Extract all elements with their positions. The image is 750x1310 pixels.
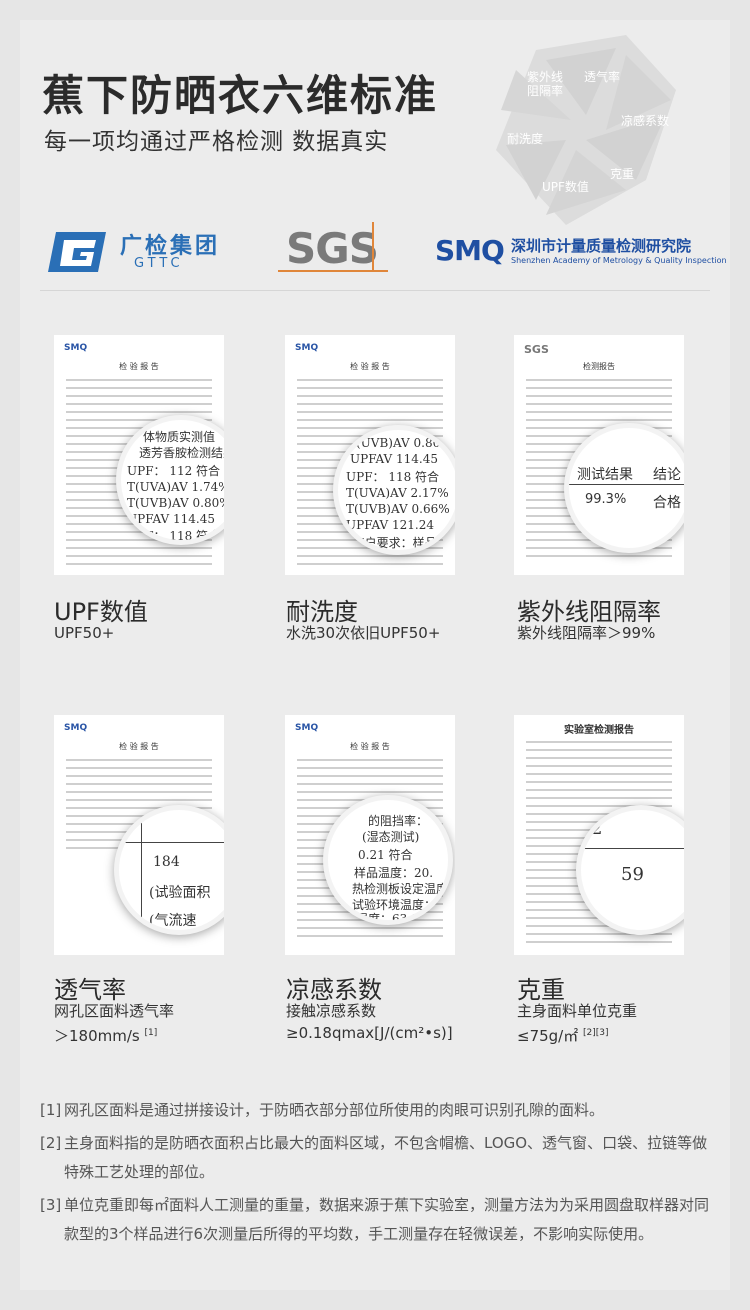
gttc-name-en: GTTC bbox=[134, 256, 184, 271]
footnote: [1] 网孔区面料是通过拼接设计，于防晒衣部分部位所使用的肉眼可识别孔隙的面料。 bbox=[40, 1101, 605, 1119]
sgs-bar bbox=[372, 222, 374, 272]
report-card-uv: SGS 检测报告 测试结果 结论 99.3% 合格 bbox=[514, 335, 684, 575]
report-title: 检 验 报 告 bbox=[350, 362, 390, 371]
gttc-logo: 广检集团 GTTC bbox=[48, 226, 238, 280]
diagram-label-cooling: 凉感系数 bbox=[621, 114, 670, 128]
item-desc-uv: 紫外线阻隔率＞99% bbox=[517, 624, 656, 642]
report-card-upf: SMQ 检 验 报 告 体物质实测值 透芳香胺检测结果 UPF： 112 符合 … bbox=[54, 335, 224, 575]
magnifier: 的阻挡率： (湿态测试) 0.21 符合 样品温度：20. 热检测板设定温度 试… bbox=[323, 795, 453, 925]
diagram-label-upf: UPF数值 bbox=[542, 180, 589, 194]
footnote: [2] 主身面料指的是防晒衣面积占比最大的面料区域，不包含帽檐、LOGO、透气窗… bbox=[40, 1134, 708, 1181]
diagram-label-weight: 克重 bbox=[610, 167, 635, 181]
item-desc-upf: UPF50+ bbox=[54, 624, 115, 642]
smq-name-en: Shenzhen Academy of Metrology & Quality … bbox=[511, 256, 727, 265]
report-header: SGS bbox=[524, 343, 549, 356]
item-desc-weight: 主身面料单位克重 ≤75g/㎡ [2][3] bbox=[517, 1002, 638, 1045]
report-card-cooling: SMQ 检 验 报 告 的阻挡率： (湿态测试) 0.21 符合 样品温度：20… bbox=[285, 715, 455, 955]
footnotes: [1] 网孔区面料是通过拼接设计，于防晒衣部分部位所使用的肉眼可识别孔隙的面料。… bbox=[40, 1096, 710, 1253]
page-title: 蕉下防晒衣六维标准 bbox=[42, 71, 439, 120]
magnifier: (UVB)AV 0.80% UPFAV 114.45 UPF： 118 符合 T… bbox=[333, 425, 455, 555]
report-title: 检测报告 bbox=[583, 362, 615, 371]
smq-wordmark: SMQ bbox=[435, 234, 505, 267]
sgs-logo: SGS bbox=[278, 222, 388, 278]
report-header: SMQ bbox=[64, 723, 88, 733]
report-header: SMQ bbox=[295, 723, 319, 733]
diagram-label-breathability: 透气率 bbox=[584, 70, 621, 84]
page-subtitle: 每一项均通过严格检测 数据真实 bbox=[44, 129, 389, 155]
item-desc-wash: 水洗30次依旧UPF50+ bbox=[286, 624, 441, 642]
report-card-wash: SMQ 检 验 报 告 (UVB)AV 0.80% UPFAV 114.45 U… bbox=[285, 335, 455, 575]
item-desc-cooling: 接触凉感系数 ≥0.18qmax[J/(cm²•s)] bbox=[286, 1002, 453, 1042]
sgs-wordmark: SGS bbox=[286, 224, 379, 273]
magnifier: 测试结果 结论 99.3% 合格 bbox=[564, 423, 684, 553]
diagram-label-uv-block: 紫外线阻隔率 bbox=[526, 70, 563, 98]
report-title: 检 验 报 告 bbox=[119, 742, 159, 751]
report-header: SMQ bbox=[295, 343, 319, 353]
smq-name-cn: 深圳市计量质量检测研究院 bbox=[511, 237, 692, 255]
smq-logo: SMQ 深圳市计量质量检测研究院 Shenzhen Academy of Met… bbox=[435, 232, 727, 276]
diagram-label-wash: 耐洗度 bbox=[507, 132, 544, 146]
report-header: SMQ bbox=[64, 343, 88, 353]
item-desc-breath: 网孔区面料透气率 ＞180mm/s [1] bbox=[54, 1002, 175, 1045]
report-title: 实验室检测报告 bbox=[564, 725, 634, 736]
logos-divider bbox=[40, 290, 710, 291]
footnote: [3] 单位克重即每㎡面料人工测量的重量，数据来源于蕉下实验室，测量方法为为采用… bbox=[40, 1196, 710, 1243]
report-card-weight: 实验室检测报告 2 59 bbox=[514, 715, 684, 955]
report-title: 检 验 报 告 bbox=[350, 742, 390, 751]
report-card-breath: SMQ 检 验 报 告 184 (试验面积 (气流速 bbox=[54, 715, 224, 955]
report-title: 检 验 报 告 bbox=[119, 362, 159, 371]
six-dimension-diagram: 紫外线阻隔率 透气率 凉感系数 克重 UPF数值 耐洗度 bbox=[476, 30, 706, 240]
